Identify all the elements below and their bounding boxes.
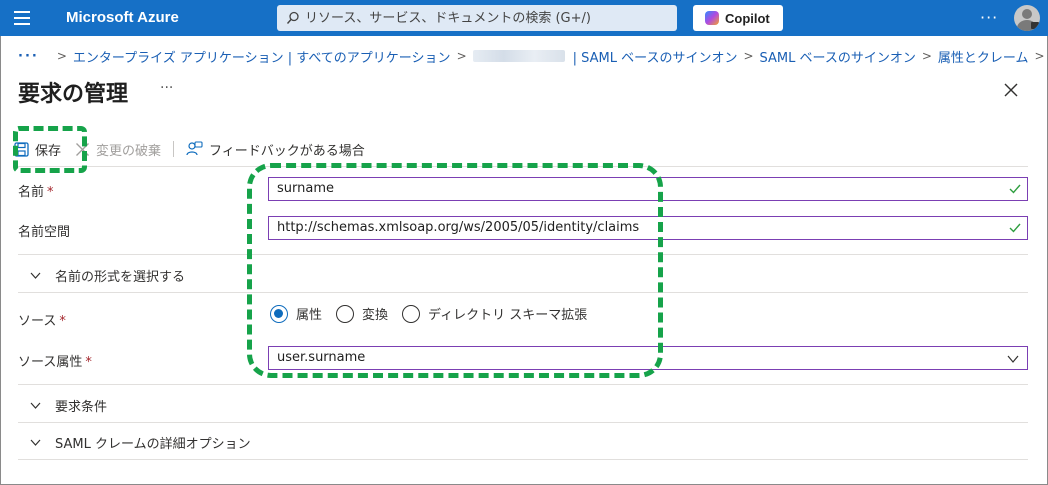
chevron-right-icon: > [456, 49, 467, 63]
required-marker: * [59, 314, 66, 329]
claim-conditions-label: 要求条件 [55, 400, 108, 415]
divider [18, 384, 1028, 385]
source-attribute-label: ソース属性 * [18, 355, 92, 370]
breadcrumb-item-attributes-claims[interactable]: 属性とクレーム [938, 47, 1029, 66]
name-label: 名前 * [18, 185, 54, 200]
checkmark-icon [1009, 223, 1021, 233]
feedback-icon [186, 141, 203, 156]
discard-label: 変更の破棄 [96, 143, 162, 159]
divider [18, 459, 1028, 460]
checkmark-icon [1009, 184, 1021, 194]
name-format-expander[interactable]: 名前の形式を選択する [30, 266, 185, 285]
top-bar: Microsoft Azure Copilot ··· [0, 0, 1048, 36]
avatar[interactable] [1014, 5, 1040, 31]
source-label: ソース * [18, 314, 66, 329]
namespace-label: 名前空間 [18, 225, 71, 240]
breadcrumb: ··· > エンタープライズ アプリケーション | すべてのアプリケーション >… [18, 47, 1048, 66]
close-icon[interactable] [1003, 82, 1019, 98]
chevron-down-icon [30, 439, 41, 446]
highlight-save [13, 126, 87, 173]
divider [18, 422, 1028, 423]
search-box[interactable] [277, 5, 677, 31]
highlight-form-fields [247, 163, 663, 378]
feedback-label: フィードバックがある場合 [209, 143, 365, 159]
required-marker: * [85, 355, 92, 370]
breadcrumb-item-enterprise-apps[interactable]: エンタープライズ アプリケーション | すべてのアプリケーション [73, 47, 451, 66]
hamburger-menu-icon[interactable] [14, 11, 30, 25]
discard-button[interactable]: 変更の破棄 [75, 140, 161, 159]
copilot-icon [705, 11, 719, 25]
required-marker: * [47, 185, 54, 200]
name-format-label: 名前の形式を選択する [55, 270, 186, 285]
copilot-label: Copilot [725, 10, 770, 26]
chevron-down-icon [30, 402, 41, 409]
search-input[interactable] [305, 8, 665, 28]
lock-icon [1031, 22, 1039, 29]
chevron-right-icon: > [921, 49, 932, 63]
chevron-down-icon [1007, 355, 1019, 363]
chevron-right-icon: > [1034, 49, 1045, 63]
copilot-button[interactable]: Copilot [693, 5, 783, 31]
chevron-right-icon: > [56, 49, 67, 63]
breadcrumb-item-saml-signon[interactable]: SAML ベースのサインオン [760, 47, 916, 66]
more-options-icon[interactable]: ··· [980, 8, 998, 27]
feedback-button[interactable]: フィードバックがある場合 [186, 140, 365, 159]
chevron-right-icon: > [743, 49, 754, 63]
saml-options-expander[interactable]: SAML クレームの詳細オプション [30, 433, 251, 452]
breadcrumb-item-app-saml[interactable]: | SAML ベースのサインオン [573, 47, 738, 66]
toolbar-divider [173, 141, 175, 157]
search-icon [286, 11, 299, 24]
redacted-app-name [472, 50, 565, 62]
chevron-down-icon [30, 272, 41, 279]
saml-options-label: SAML クレームの詳細オプション [55, 437, 251, 452]
brand-name[interactable]: Microsoft Azure [66, 9, 179, 26]
page-more-icon[interactable]: ··· [160, 80, 173, 96]
breadcrumb-overflow[interactable]: ··· [18, 49, 39, 64]
page-title: 要求の管理 [18, 82, 129, 107]
claim-conditions-expander[interactable]: 要求条件 [30, 396, 107, 415]
